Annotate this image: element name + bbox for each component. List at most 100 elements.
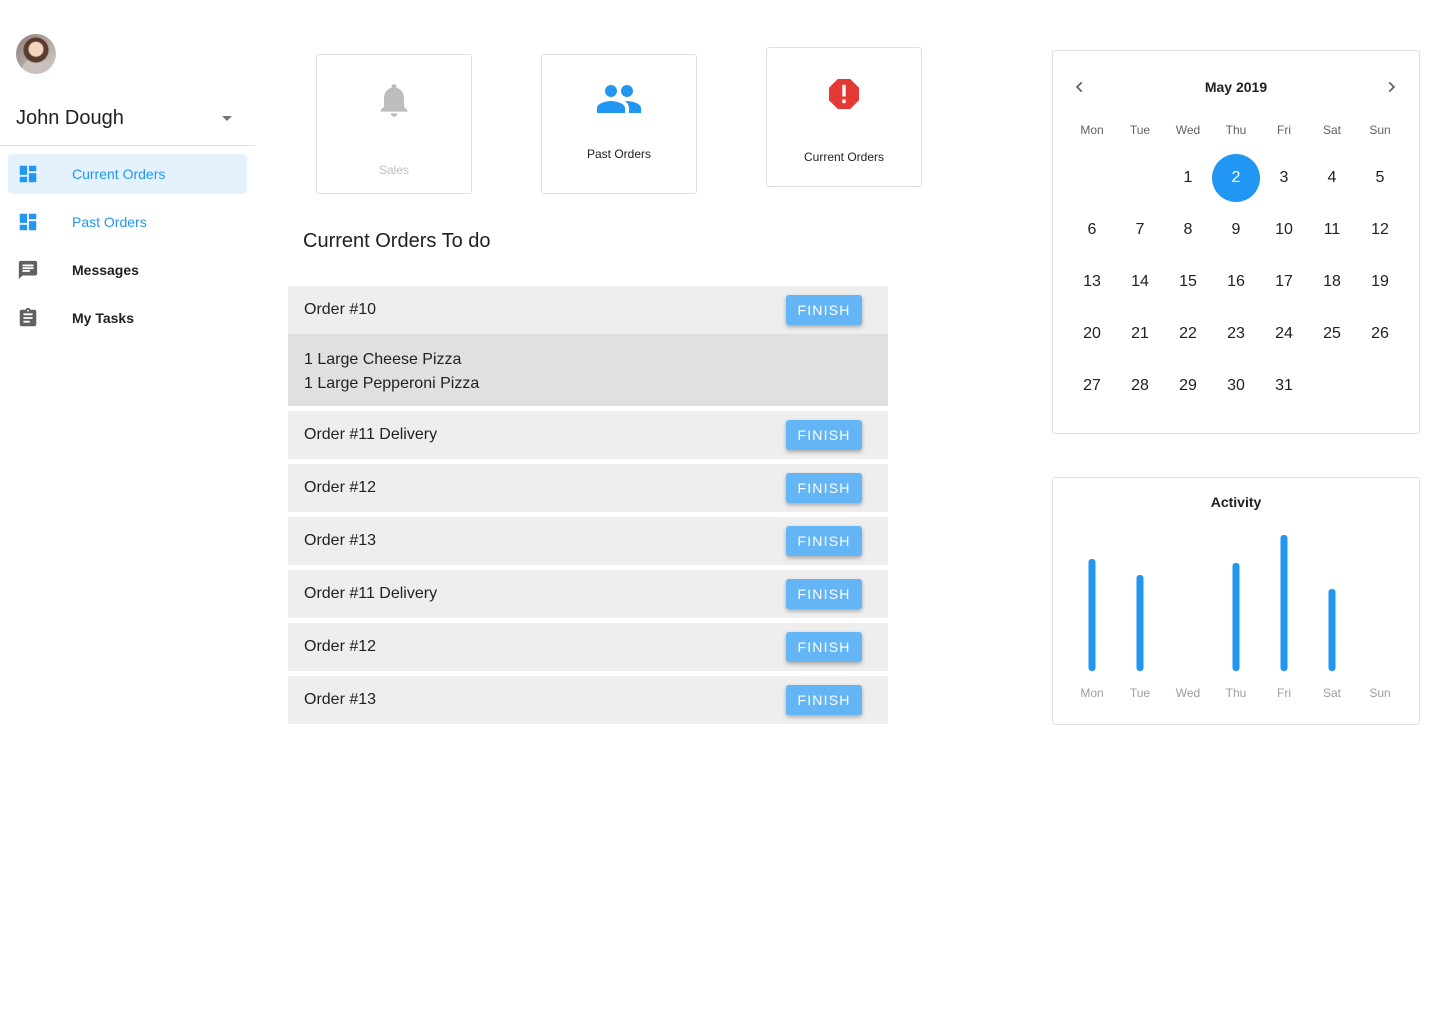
orders-list: Order #10 FINISH 1 Large Cheese Pizza 1 … [288,286,888,729]
alert-octagon-icon [767,74,921,114]
calendar-days: 1 2 3 4 5 6 7 8 9 10 11 12 13 14 15 16 17 18 19 20 21 22 23 24 2… [1068,152,1404,412]
finish-button[interactable]: FINISH [786,295,862,325]
order-item: 1 Large Cheese Pizza [304,351,462,368]
activity-bar [1232,563,1240,671]
calendar-weekday: Wed [1175,123,1201,137]
calendar-day[interactable]: 12 [1356,204,1404,256]
calendar-month-title: May 2019 [1204,79,1268,95]
order-title: Order #12 [304,638,377,655]
order-title: Order #11 Delivery [304,426,438,443]
calendar-blank [1116,152,1164,204]
calendar-weekday: Tue [1129,123,1151,137]
calendar-day[interactable]: 8 [1164,204,1212,256]
calendar-day[interactable]: 26 [1356,308,1404,360]
activity-day-label: Fri [1277,686,1291,700]
sidebar-item-label: Messages [72,262,139,278]
activity-bar [1136,575,1144,671]
sidebar-nav: Current Orders Past Orders Messages My T… [8,154,247,346]
order-row[interactable]: Order #11 Delivery FINISH [288,570,888,618]
order-details: 1 Large Cheese Pizza 1 Large Pepperoni P… [288,334,888,406]
sidebar-item-past-orders[interactable]: Past Orders [8,202,247,242]
user-menu[interactable]: John Dough [16,104,240,132]
order-row[interactable]: Order #13 FINISH [288,676,888,724]
clipboard-icon [8,307,48,329]
order-title: Order #13 [304,532,377,549]
dashboard-icon [8,163,48,185]
calendar-day[interactable]: 4 [1308,152,1356,204]
calendar-weekday: Sat [1322,123,1341,137]
order-row[interactable]: Order #10 FINISH [288,286,888,334]
finish-button[interactable]: FINISH [786,526,862,556]
calendar-day[interactable]: 23 [1212,308,1260,360]
calendar-day[interactable]: 21 [1116,308,1164,360]
order-item: 1 Large Pepperoni Pizza [304,375,480,392]
people-icon [542,79,696,119]
activity-day-label: Wed [1176,686,1200,700]
calendar-day[interactable]: 15 [1164,256,1212,308]
finish-button[interactable]: FINISH [786,685,862,715]
activity-card: Activity Mon Tue Wed Thu Fri Sat Sun [1052,477,1420,725]
chevron-right-icon[interactable] [1381,77,1401,97]
sidebar-item-my-tasks[interactable]: My Tasks [8,298,247,338]
past-orders-card[interactable]: Past Orders [541,54,697,194]
calendar-day[interactable]: 16 [1212,256,1260,308]
calendar-day[interactable]: 25 [1308,308,1356,360]
bell-icon [317,77,471,123]
calendar-day[interactable]: 30 [1212,360,1260,412]
calendar-day[interactable]: 6 [1068,204,1116,256]
activity-day-label: Mon [1080,686,1103,700]
calendar-day[interactable]: 7 [1116,204,1164,256]
calendar: May 2019 Mon Tue Wed Thu Fri Sat Sun 123456789… [1052,50,1420,434]
user-name: John Dough [16,106,124,129]
calendar-day[interactable]: 24 [1260,308,1308,360]
calendar-weekdays: Mon Tue Wed Thu Fri Sat Sun [1068,123,1404,147]
current-orders-card[interactable]: Current Orders [766,47,922,187]
calendar-day[interactable]: 13 [1068,256,1116,308]
calendar-weekday: Mon [1080,123,1104,137]
order-row[interactable]: Order #13 FINISH [288,517,888,565]
calendar-day[interactable]: 11 [1308,204,1356,256]
card-label: Sales [378,163,410,177]
calendar-day[interactable]: 9 [1212,204,1260,256]
finish-button[interactable]: FINISH [786,420,862,450]
calendar-day[interactable]: 19 [1356,256,1404,308]
sidebar-item-messages[interactable]: Messages [8,250,247,290]
calendar-weekday: Sun [1369,123,1391,137]
calendar-day[interactable]: 17 [1260,256,1308,308]
card-label: Past Orders [586,147,652,161]
activity-day-label: Thu [1226,686,1247,700]
finish-button[interactable]: FINISH [786,632,862,662]
order-row[interactable]: Order #12 FINISH [288,464,888,512]
calendar-day[interactable]: 5 [1356,152,1404,204]
activity-bar [1280,535,1288,671]
sales-card[interactable]: Sales [316,54,472,194]
order-title: Order #10 [304,301,377,318]
avatar[interactable] [16,34,56,74]
calendar-day[interactable]: 22 [1164,308,1212,360]
calendar-blank [1068,152,1116,204]
sidebar-item-label: My Tasks [72,310,134,326]
order-row[interactable]: Order #12 FINISH [288,623,888,671]
sidebar-item-label: Past Orders [72,214,147,230]
order-title: Order #12 [304,479,377,496]
calendar-day[interactable]: 18 [1308,256,1356,308]
sidebar: John Dough Current Orders Past Orders Me… [0,0,256,1024]
calendar-day[interactable]: 1 [1164,152,1212,204]
calendar-day[interactable]: 28 [1116,360,1164,412]
calendar-day[interactable]: 3 [1260,152,1308,204]
calendar-day[interactable]: 29 [1164,360,1212,412]
calendar-day[interactable]: 27 [1068,360,1116,412]
activity-day-label: Tue [1130,686,1151,700]
calendar-day[interactable]: 31 [1260,360,1308,412]
message-icon [8,259,48,281]
order-row[interactable]: Order #11 Delivery FINISH [288,411,888,459]
order-title: Order #11 Delivery [304,585,438,602]
finish-button[interactable]: FINISH [786,579,862,609]
dropdown-caret-icon[interactable] [222,115,232,121]
calendar-day[interactable]: 10 [1260,204,1308,256]
calendar-day[interactable]: 20 [1068,308,1116,360]
calendar-day[interactable]: 14 [1116,256,1164,308]
calendar-day-selected[interactable]: 2 [1212,152,1260,204]
finish-button[interactable]: FINISH [786,473,862,503]
sidebar-item-current-orders[interactable]: Current Orders [8,154,247,194]
